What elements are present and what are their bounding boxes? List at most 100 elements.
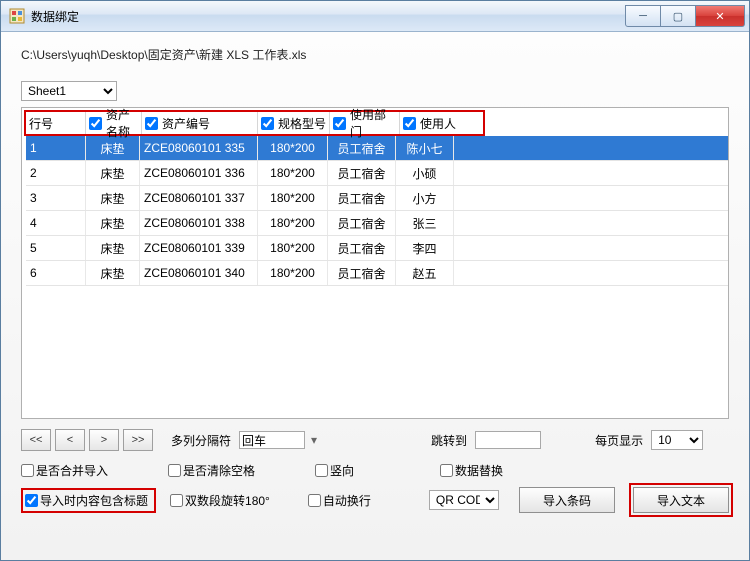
jump-label: 跳转到 [431, 432, 467, 449]
chevron-down-icon[interactable]: ▾ [311, 433, 317, 447]
nav-first-button[interactable]: << [21, 429, 51, 451]
titlebar: 数据绑定 ─ ▢ ✕ [1, 1, 749, 32]
file-path: C:\Users\yuqh\Desktop\固定资产\新建 XLS 工作表.xl… [21, 46, 729, 63]
cell-spec: 180*200 [258, 136, 328, 160]
cell-row_no: 4 [26, 211, 86, 235]
grid-body: 1床垫ZCE08060101 335180*200员工宿舍陈小七2床垫ZCE08… [26, 136, 728, 286]
maximize-button[interactable]: ▢ [661, 5, 696, 27]
col-label: 行号 [29, 115, 53, 132]
opt-auto-wrap[interactable]: 自动换行 [308, 492, 371, 509]
checkbox-rotate180[interactable] [170, 494, 183, 507]
cell-dept: 员工宿舍 [328, 236, 396, 260]
cell-asset_name: 床垫 [86, 261, 140, 285]
opt-include-title[interactable]: 导入时内容包含标题 [25, 492, 148, 509]
cell-row_no: 1 [26, 136, 86, 160]
cell-asset_code: ZCE08060101 336 [140, 161, 258, 185]
col-check-dept[interactable] [333, 117, 346, 130]
col-header-rowno: 行号 [26, 112, 86, 134]
cell-asset_name: 床垫 [86, 236, 140, 260]
cell-spec: 180*200 [258, 161, 328, 185]
opt-clear-space[interactable]: 是否清除空格 [168, 462, 255, 479]
col-check-user[interactable] [403, 117, 416, 130]
cell-asset_code: ZCE08060101 335 [140, 136, 258, 160]
cell-spec: 180*200 [258, 211, 328, 235]
close-button[interactable]: ✕ [696, 5, 745, 27]
perpage-select[interactable]: 10 [651, 430, 703, 450]
cell-asset_code: ZCE08060101 338 [140, 211, 258, 235]
table-row[interactable]: 1床垫ZCE08060101 335180*200员工宿舍陈小七 [26, 136, 728, 161]
app-window: 数据绑定 ─ ▢ ✕ C:\Users\yuqh\Desktop\固定资产\新建… [0, 0, 750, 561]
nav-row: << < > >> 多列分隔符 ▾ 跳转到 每页显示 10 [21, 429, 729, 451]
checkbox-auto-wrap[interactable] [308, 494, 321, 507]
nav-last-button[interactable]: >> [123, 429, 153, 451]
col-label: 资产编号 [162, 115, 210, 132]
col-header-asset-name[interactable]: 资产名称 [86, 112, 142, 134]
import-text-button[interactable]: 导入文本 [633, 487, 729, 513]
cell-row_no: 5 [26, 236, 86, 260]
cell-spec: 180*200 [258, 186, 328, 210]
cell-user: 小硕 [396, 161, 454, 185]
nav-next-button[interactable]: > [89, 429, 119, 451]
delimiter-input[interactable] [239, 431, 305, 449]
cell-row_no: 6 [26, 261, 86, 285]
cell-dept: 员工宿舍 [328, 186, 396, 210]
cell-user: 李四 [396, 236, 454, 260]
import-barcode-button[interactable]: 导入条码 [519, 487, 615, 513]
col-header-spec[interactable]: 规格型号 [258, 112, 330, 134]
col-label: 规格型号 [278, 115, 326, 132]
cell-row_no: 3 [26, 186, 86, 210]
app-icon [9, 8, 25, 24]
checkbox-merge-import[interactable] [21, 464, 34, 477]
cell-spec: 180*200 [258, 261, 328, 285]
col-check-spec[interactable] [261, 117, 274, 130]
delimiter-label: 多列分隔符 [171, 432, 231, 449]
cell-user: 赵五 [396, 261, 454, 285]
data-grid: 行号 资产名称 资产编号 规格型号 使用部门 [21, 107, 729, 419]
cell-spec: 180*200 [258, 236, 328, 260]
jump-input[interactable] [475, 431, 541, 449]
cell-asset_code: ZCE08060101 340 [140, 261, 258, 285]
table-row[interactable]: 4床垫ZCE08060101 338180*200员工宿舍张三 [26, 211, 728, 236]
bottom-panel: << < > >> 多列分隔符 ▾ 跳转到 每页显示 10 是否合并导入 [21, 429, 729, 511]
opt-include-title-frame: 导入时内容包含标题 [21, 488, 156, 513]
col-header-user[interactable]: 使用人 [400, 112, 480, 134]
checkbox-data-replace[interactable] [440, 464, 453, 477]
col-label: 使用人 [420, 115, 456, 132]
opt-rotate180[interactable]: 双数段旋转180° [170, 492, 270, 509]
opt-data-replace[interactable]: 数据替换 [440, 462, 503, 479]
cell-user: 小方 [396, 186, 454, 210]
qr-type-select[interactable]: QR CODE [429, 490, 499, 510]
cell-dept: 员工宿舍 [328, 161, 396, 185]
table-row[interactable]: 3床垫ZCE08060101 337180*200员工宿舍小方 [26, 186, 728, 211]
cell-asset_code: ZCE08060101 337 [140, 186, 258, 210]
options-row-2: 导入时内容包含标题 双数段旋转180° 自动换行 QR CODE 导入条码 导入… [21, 489, 729, 511]
cell-user: 陈小七 [396, 136, 454, 160]
opt-merge-import[interactable]: 是否合并导入 [21, 462, 108, 479]
table-row[interactable]: 2床垫ZCE08060101 336180*200员工宿舍小硕 [26, 161, 728, 186]
cell-dept: 员工宿舍 [328, 261, 396, 285]
col-header-asset-code[interactable]: 资产编号 [142, 112, 258, 134]
cell-dept: 员工宿舍 [328, 211, 396, 235]
checkbox-vertical[interactable] [315, 464, 328, 477]
options-row-1: 是否合并导入 是否清除空格 竖向 数据替换 [21, 459, 729, 481]
perpage-label: 每页显示 [595, 432, 643, 449]
cell-asset_name: 床垫 [86, 136, 140, 160]
col-check-asset-name[interactable] [89, 117, 102, 130]
cell-asset_name: 床垫 [86, 161, 140, 185]
opt-vertical[interactable]: 竖向 [315, 462, 354, 479]
col-header-dept[interactable]: 使用部门 [330, 112, 400, 134]
cell-asset_code: ZCE08060101 339 [140, 236, 258, 260]
sheet-select[interactable]: Sheet1 [21, 81, 117, 101]
cell-asset_name: 床垫 [86, 211, 140, 235]
checkbox-include-title[interactable] [25, 494, 38, 507]
checkbox-clear-space[interactable] [168, 464, 181, 477]
cell-row_no: 2 [26, 161, 86, 185]
table-row[interactable]: 6床垫ZCE08060101 340180*200员工宿舍赵五 [26, 261, 728, 286]
window-title: 数据绑定 [31, 8, 625, 25]
table-row[interactable]: 5床垫ZCE08060101 339180*200员工宿舍李四 [26, 236, 728, 261]
grid-header: 行号 资产名称 资产编号 规格型号 使用部门 [24, 110, 485, 136]
cell-dept: 员工宿舍 [328, 136, 396, 160]
nav-prev-button[interactable]: < [55, 429, 85, 451]
minimize-button[interactable]: ─ [625, 5, 661, 27]
col-check-asset-code[interactable] [145, 117, 158, 130]
